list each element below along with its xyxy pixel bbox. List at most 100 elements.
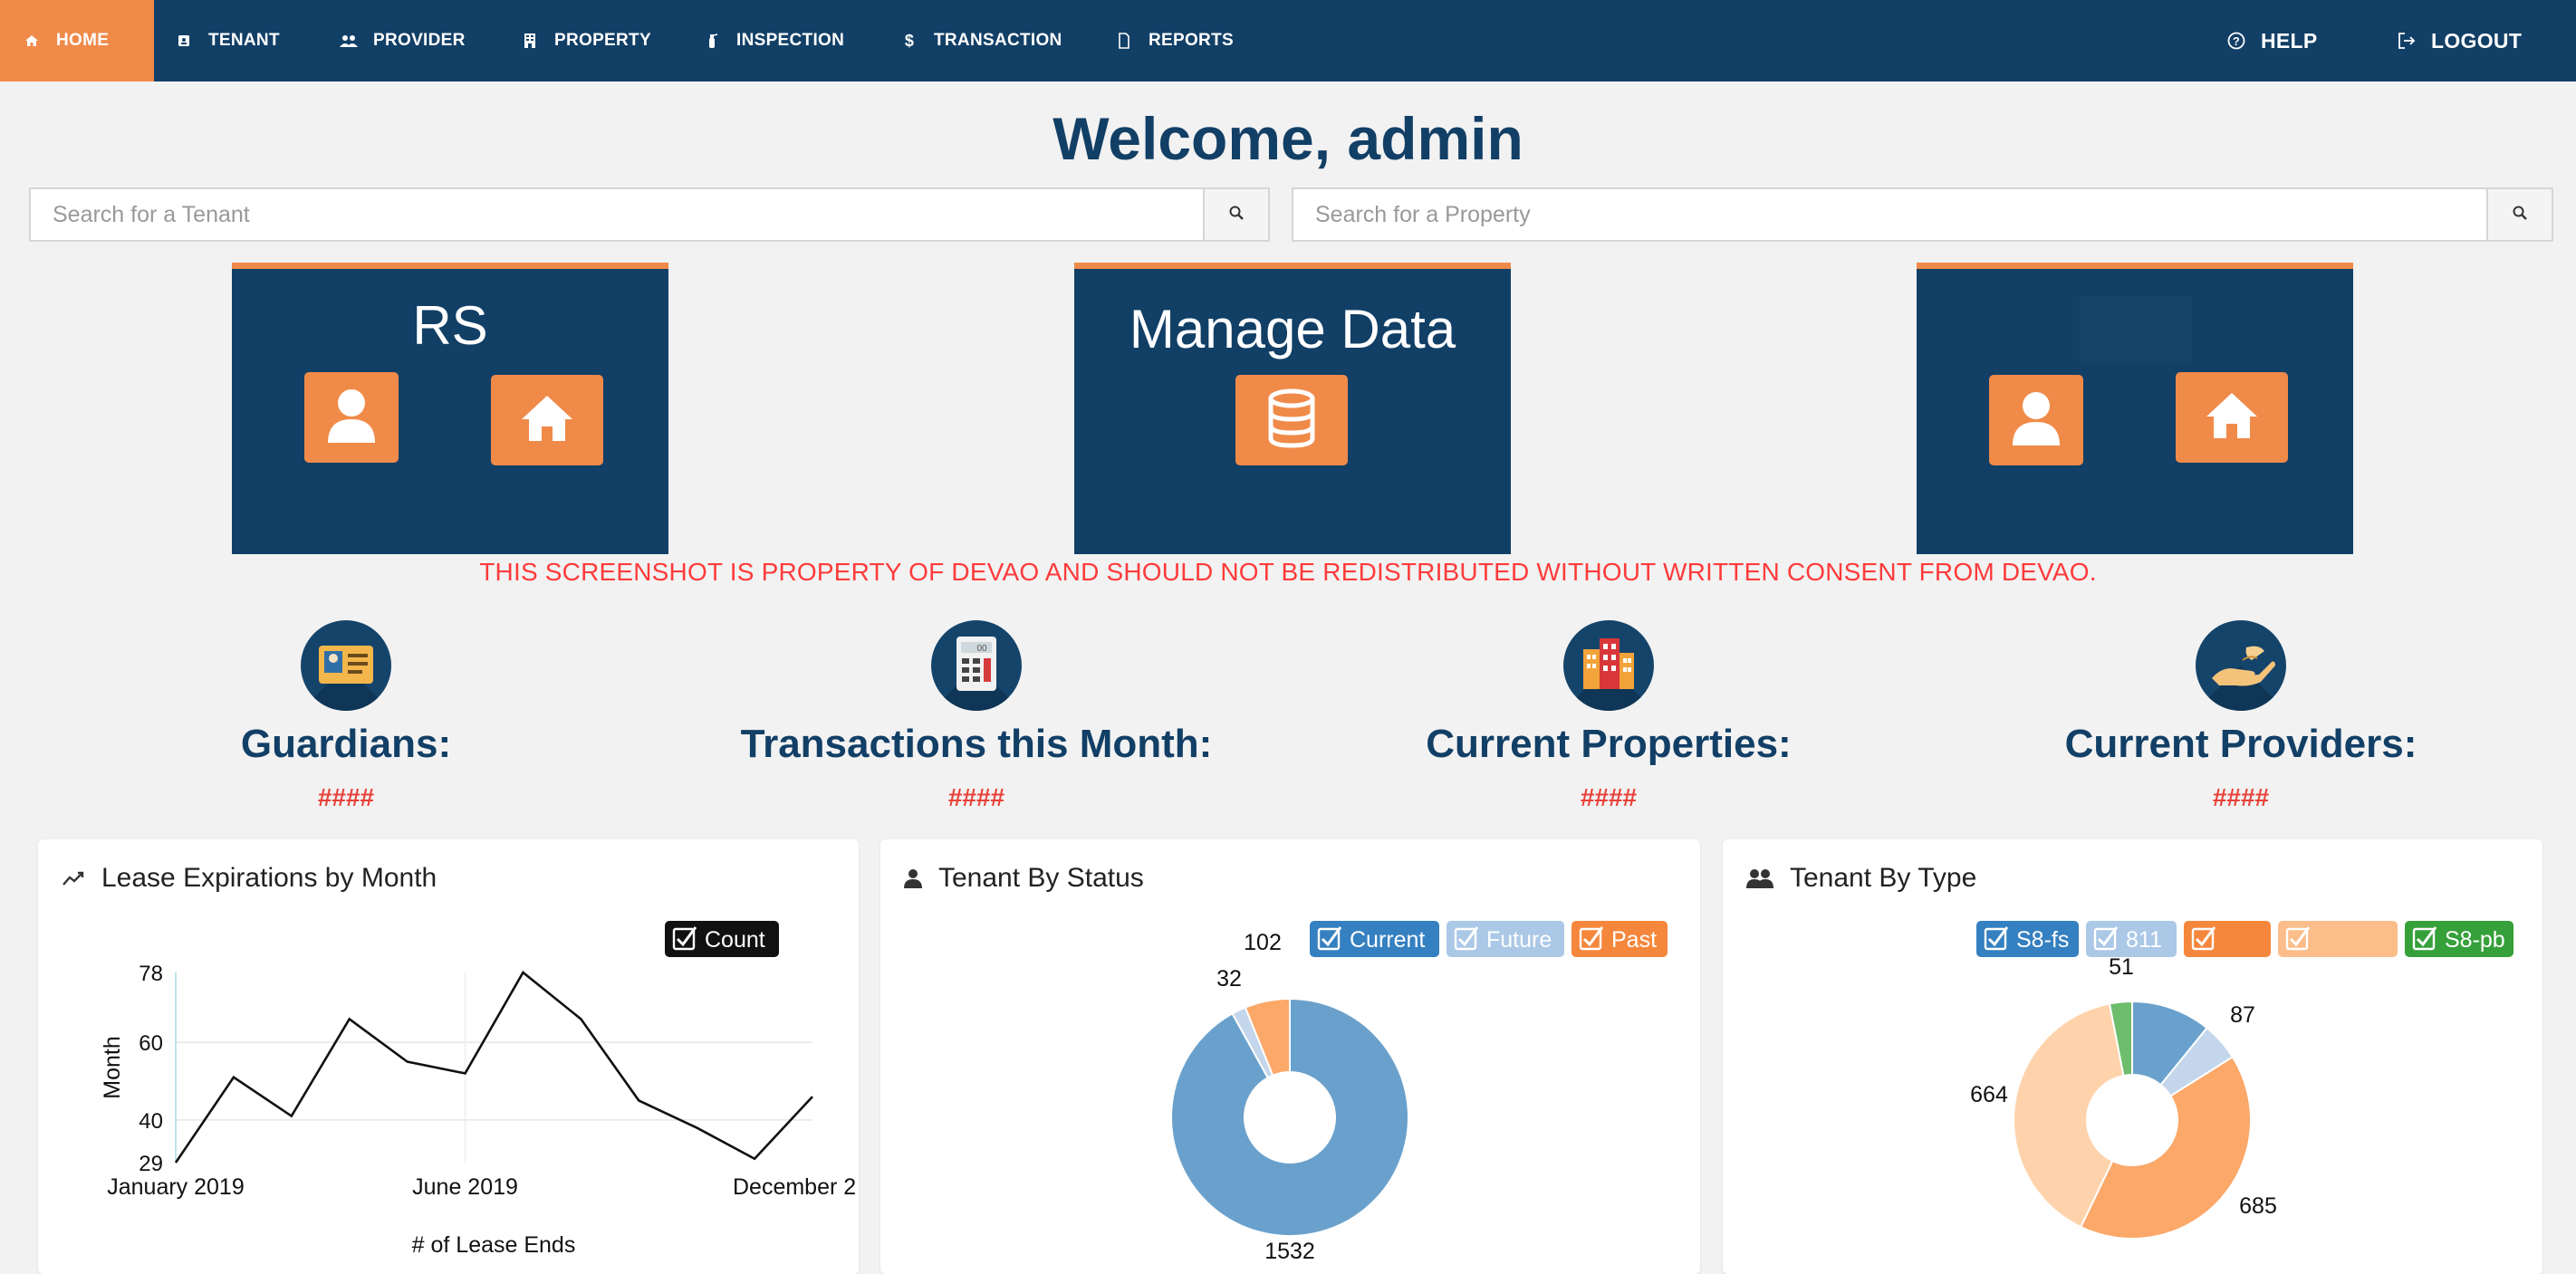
- legend-label: Current: [1350, 927, 1425, 953]
- user-icon: [2011, 389, 2062, 452]
- property-search-button[interactable]: [2486, 189, 2552, 240]
- users-icon: [339, 31, 359, 51]
- home-icon: [520, 394, 574, 447]
- legend-item[interactable]: Current: [1310, 921, 1439, 957]
- stat-value: ####: [1580, 783, 1638, 811]
- watermark-text: THIS SCREENSHOT IS PROPERTY OF DEVAO AND…: [479, 558, 2097, 586]
- logout-label: LOGOUT: [2431, 28, 2523, 53]
- y-tick-label: 78: [139, 962, 163, 986]
- legend-label: Future: [1486, 927, 1552, 953]
- tile-title: Manage Data: [1129, 299, 1456, 359]
- legend-item[interactable]: Count: [665, 921, 779, 957]
- x-tick-label: January 2019: [107, 1174, 245, 1200]
- top-navbar: HOME TENANT PROVIDER PROPERTY INSPECTION…: [0, 0, 2576, 81]
- third-tile: [1917, 263, 2353, 554]
- database-icon: [1266, 388, 1317, 454]
- stat-transactions: 00 Transactions this Month: ####: [687, 620, 1266, 812]
- logout-icon: [2397, 31, 2417, 51]
- rs-tile: RS: [232, 263, 668, 554]
- search-icon: [2512, 205, 2528, 225]
- help-link[interactable]: ? HELP: [2226, 0, 2318, 81]
- calculator-icon: 00: [931, 620, 1022, 711]
- legend-item[interactable]: Past: [1572, 921, 1668, 957]
- lease-expirations-panel: Lease Expirations by Month 29 40 60 78 Janua…: [38, 839, 859, 1274]
- slice-value-label: 102: [1244, 930, 1282, 955]
- stat-guardians: Guardians: ####: [56, 620, 636, 812]
- tenant-search-button[interactable]: [1203, 189, 1268, 240]
- legend-label: Past: [1611, 927, 1657, 953]
- building-icon: [520, 31, 540, 51]
- property-search-group: [1292, 187, 2553, 242]
- nav-label: TRANSACTION: [934, 31, 1062, 50]
- type-donut-chart: 1818768566451S8-fs811S8-pb: [1970, 921, 2514, 1240]
- legend-label: Count: [705, 927, 765, 953]
- file-icon: [1114, 31, 1134, 51]
- y-tick-label: 60: [139, 1031, 163, 1056]
- stat-value: ####: [947, 783, 1005, 811]
- property-search-input[interactable]: [1293, 189, 2486, 240]
- lease-line-chart: 29 40 60 78 January 2019 June 2019 December 2 M…: [100, 921, 856, 1258]
- nav-home[interactable]: HOME: [0, 0, 154, 81]
- dollar-icon: $: [904, 31, 915, 50]
- search-icon: [1228, 205, 1245, 225]
- y-tick-label: 29: [139, 1152, 163, 1176]
- rs-property-button[interactable]: [491, 375, 603, 465]
- tenant-search-group: [29, 187, 1270, 242]
- x-axis-label: # of Lease Ends: [412, 1232, 576, 1258]
- legend-item[interactable]: 811: [2086, 921, 2177, 957]
- welcome-heading: Welcome, admin: [1053, 105, 1523, 172]
- tenant-by-type-panel: Tenant By Type 1818768566451S8-fs811S8-p…: [1723, 839, 2542, 1274]
- slice-value-label: 32: [1216, 966, 1242, 991]
- question-circle-icon: ?: [2226, 31, 2246, 51]
- y-axis-label: Month: [100, 1036, 125, 1098]
- tile3-tenant-button[interactable]: [1989, 375, 2083, 465]
- nav-provider[interactable]: PROVIDER: [339, 0, 466, 81]
- nav-label: TENANT: [208, 31, 280, 50]
- rs-tenant-button[interactable]: [304, 372, 399, 463]
- stat-properties: Current Properties: ####: [1319, 620, 1898, 812]
- legend-label: S8-pb: [2445, 927, 2505, 953]
- nav-transaction[interactable]: $ TRANSACTION: [899, 0, 1062, 81]
- logout-link[interactable]: LOGOUT: [2397, 0, 2522, 81]
- home-icon: [2205, 391, 2259, 445]
- status-donut-chart: 1532 32102 Current Future Past: [1170, 921, 1668, 1264]
- nav-inspection[interactable]: INSPECTION: [702, 0, 844, 81]
- stat-value: ####: [317, 783, 375, 811]
- slice-value-label: 664: [1970, 1082, 2008, 1107]
- home-icon: [22, 31, 42, 51]
- legend-item[interactable]: S8-fs: [1976, 921, 2079, 957]
- nav-reports[interactable]: REPORTS: [1114, 0, 1234, 81]
- tenant-search-input[interactable]: [31, 189, 1203, 240]
- nav-label: INSPECTION: [736, 31, 845, 50]
- series-line-count: [174, 971, 813, 1164]
- slice-value-label: 51: [2109, 954, 2134, 980]
- y-tick-label: 40: [139, 1109, 163, 1134]
- tile-title: RS: [412, 295, 488, 356]
- nav-label: REPORTS: [1149, 31, 1234, 50]
- x-tick-label: June 2019: [412, 1174, 518, 1200]
- legend-item[interactable]: Future: [1447, 921, 1564, 957]
- svg-text:00: 00: [976, 644, 987, 654]
- nav-tenant[interactable]: TENANT: [174, 0, 280, 81]
- buildings-icon: [1563, 620, 1654, 711]
- nav-label: PROVIDER: [373, 31, 466, 50]
- stat-label: Current Properties:: [1426, 722, 1792, 766]
- tile3-property-button[interactable]: [2176, 372, 2288, 463]
- manage-data-button[interactable]: [1235, 375, 1348, 465]
- legend-item[interactable]: [2278, 921, 2398, 957]
- user-icon: [326, 387, 377, 449]
- stat-label: Guardians:: [240, 722, 452, 766]
- stat-label: Current Providers:: [2064, 722, 2417, 766]
- fire-extinguisher-icon: [702, 31, 722, 51]
- legend-item[interactable]: [2184, 921, 2271, 957]
- legend-item[interactable]: S8-pb: [2405, 921, 2514, 957]
- tenant-by-status-panel: Tenant By Status 1532 32 102 Current Future P…: [880, 839, 1700, 1274]
- id-card-icon: [301, 620, 391, 711]
- tile-title-placeholder: [2080, 296, 2192, 361]
- help-label: HELP: [2261, 28, 2318, 53]
- nav-property[interactable]: PROPERTY: [520, 0, 651, 81]
- slice-value-label: 1532: [1264, 1239, 1315, 1264]
- stat-providers: Current Providers: ####: [1951, 620, 2531, 812]
- stat-label: Transactions this Month:: [740, 722, 1213, 766]
- slice-value-label: 685: [2239, 1193, 2277, 1219]
